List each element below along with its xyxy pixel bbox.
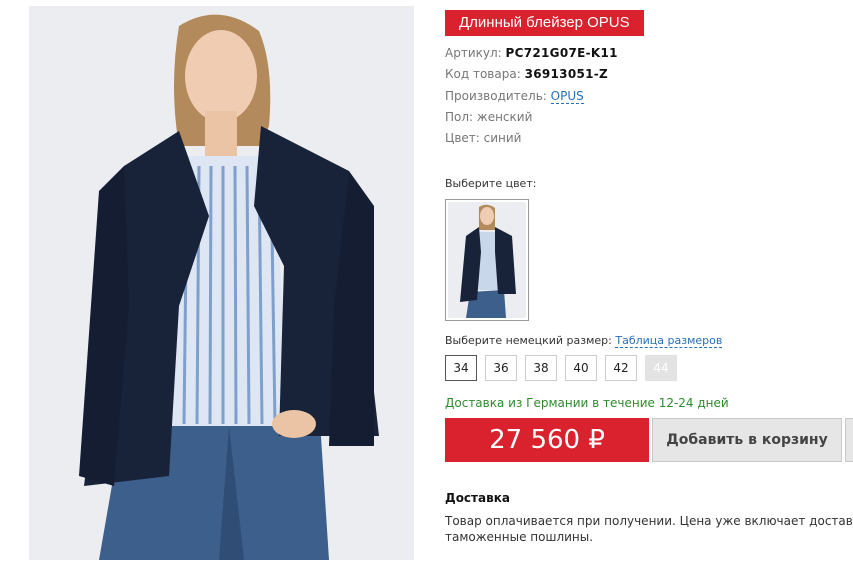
add-to-cart-button[interactable]: Добавить в корзину [652,418,842,462]
delivery-text-line-2: таможенные пошлины. [445,530,594,544]
delivery-text: Товар оплачивается при получении. Цена у… [445,513,853,545]
size-select-label: Выберите немецкий размер: [445,334,612,347]
delivery-text-line-1: Товар оплачивается при получении. Цена у… [445,514,853,528]
color-text: Цвет: синий [445,131,522,145]
code-row: Код товара: 36913051-Z [445,67,608,81]
size-option-44: 44 [645,355,677,381]
size-table-link[interactable]: Таблица размеров [615,334,723,348]
size-option-36[interactable]: 36 [485,355,517,381]
article-row: Артикул: PC721G07E-K11 [445,46,618,60]
color-swatch-thumbnail[interactable] [445,199,529,321]
size-option-34[interactable]: 34 [445,355,477,381]
code-value: 36913051-Z [524,67,609,81]
maker-row: Производитель: OPUS [445,89,584,104]
article-value: PC721G07E-K11 [505,46,618,60]
size-option-40[interactable]: 40 [565,355,597,381]
maker-label: Производитель: [445,89,547,103]
article-label: Артикул: [445,46,502,60]
size-option-42[interactable]: 42 [605,355,637,381]
secondary-action-button[interactable] [845,418,853,462]
size-select-label-row: Выберите немецкий размер: Таблица размер… [445,334,723,348]
delivery-heading: Доставка [445,491,510,505]
maker-link[interactable]: OPUS [550,89,584,104]
size-options: 34 36 38 40 42 44 [445,355,677,381]
product-photo[interactable] [29,6,414,560]
color-select-label: Выберите цвет: [445,177,537,190]
gender-text: Пол: женский [445,110,533,124]
code-label: Код товара: [445,67,521,81]
cut-off-content [445,555,853,561]
delivery-time-note: Доставка из Германии в течение 12-24 дне… [445,396,729,410]
size-option-38[interactable]: 38 [525,355,557,381]
price-display: 27 560 ₽ [445,418,649,462]
product-title: Длинный блейзер OPUS [445,10,644,36]
